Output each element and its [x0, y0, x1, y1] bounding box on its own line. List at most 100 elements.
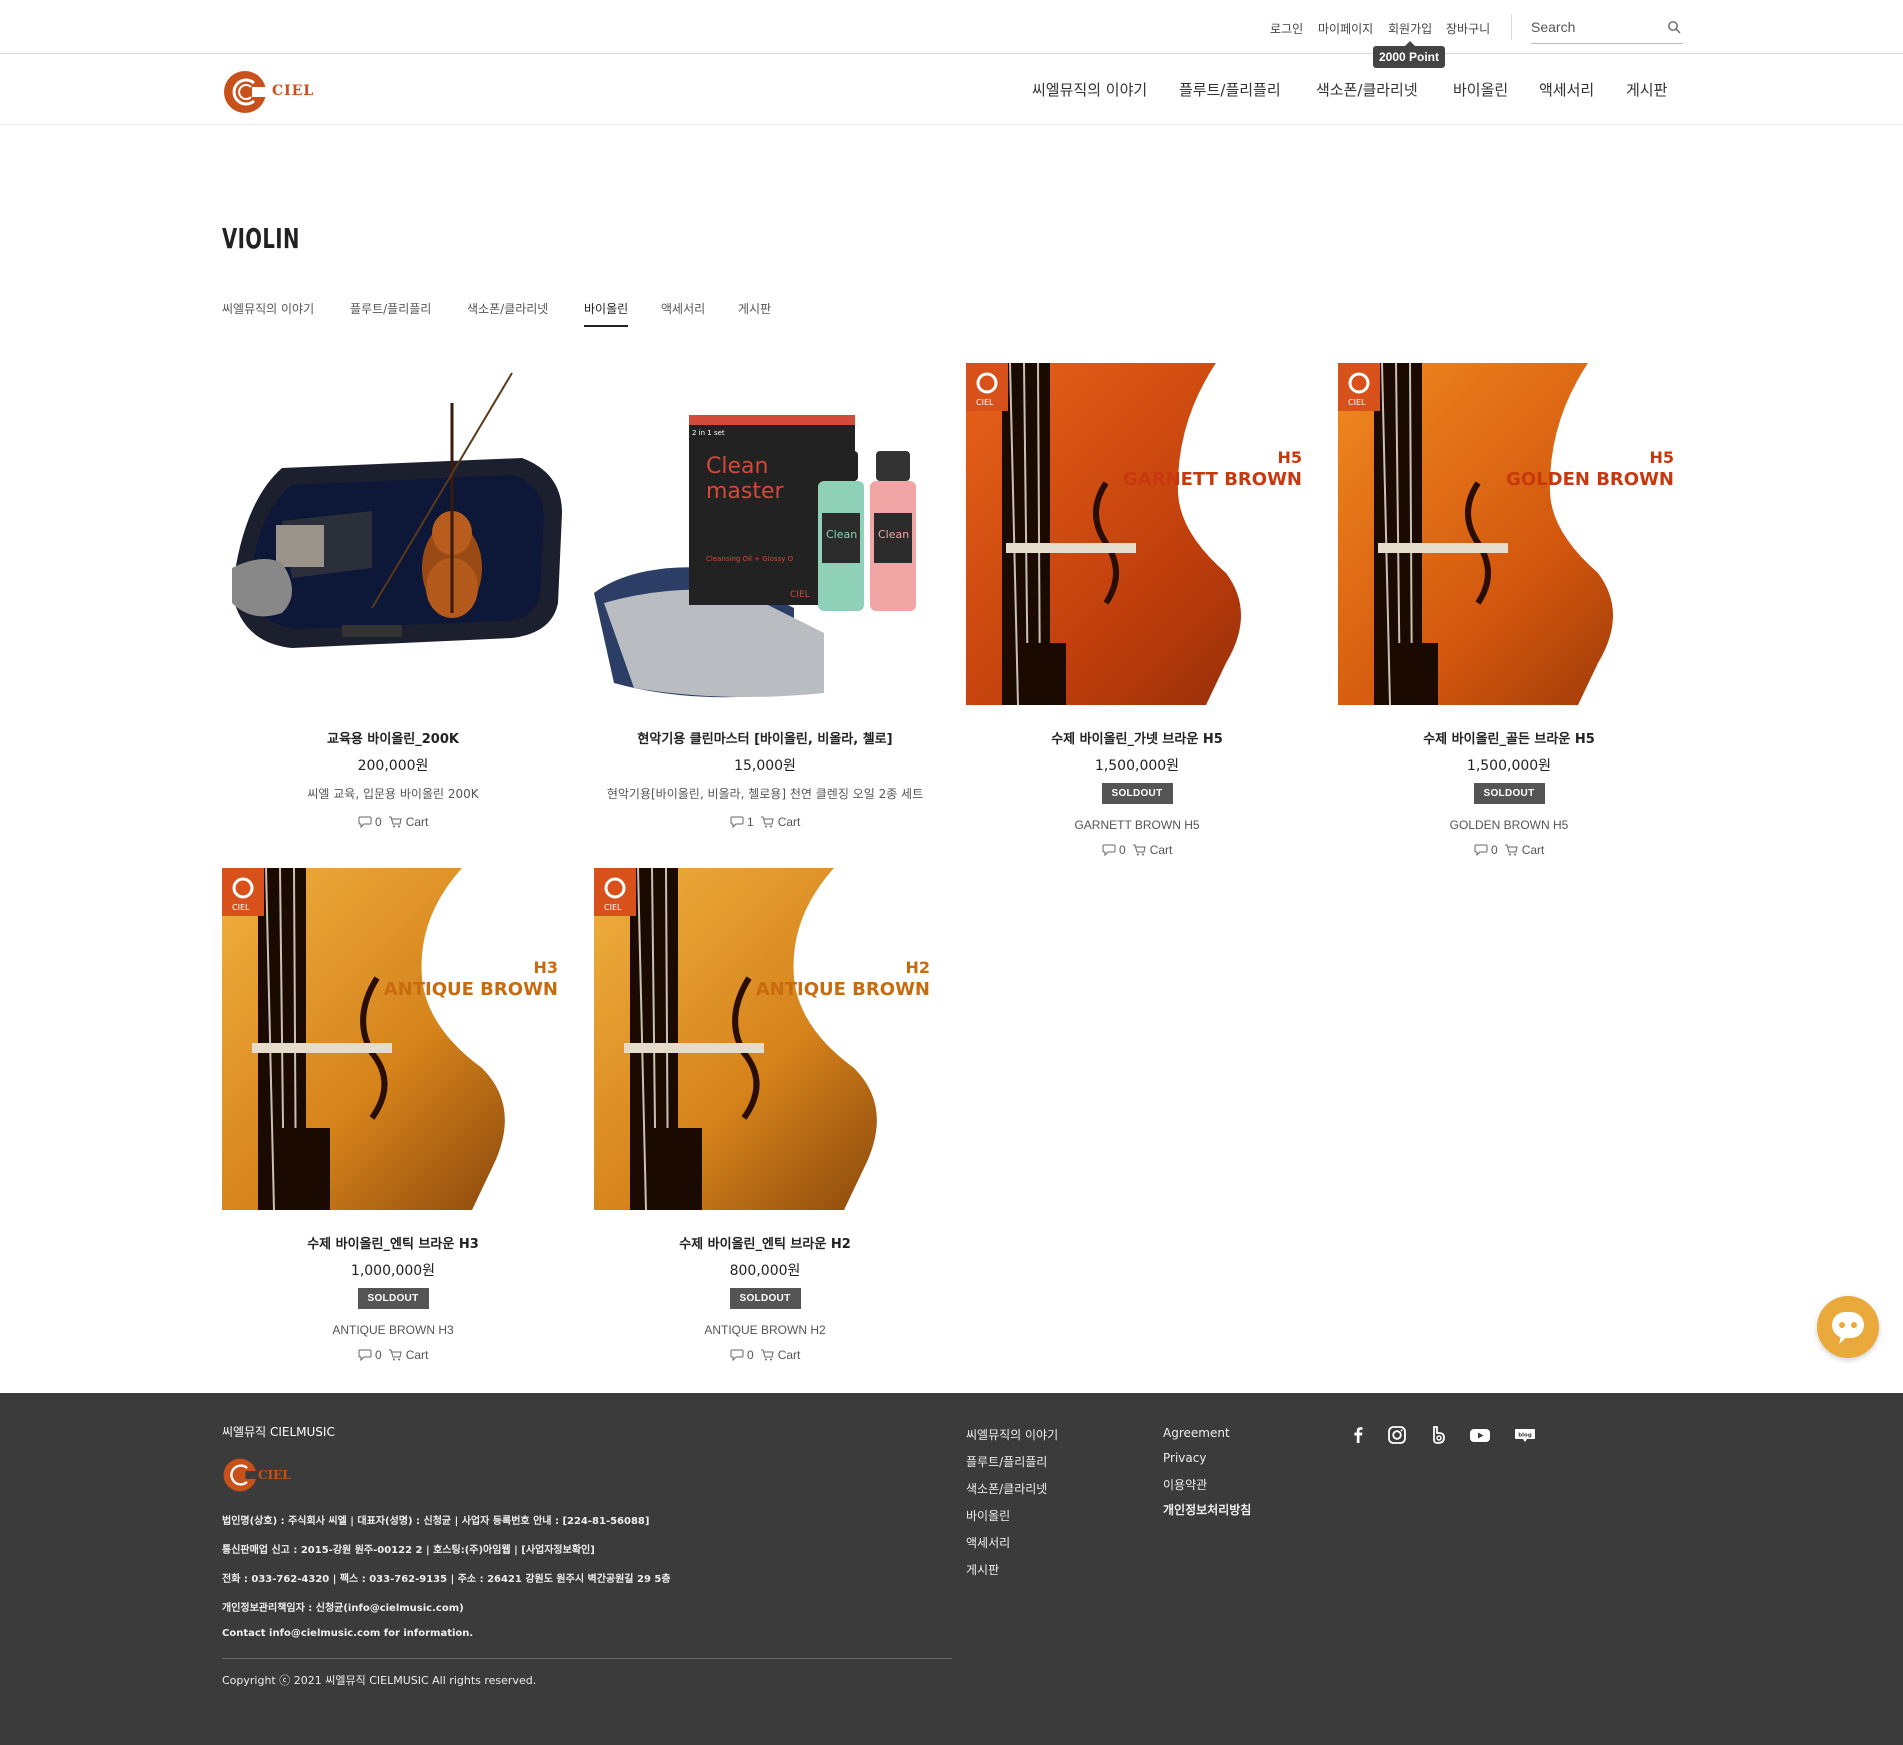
site-logo[interactable]: CIEL	[222, 69, 313, 115]
box-clean-text: Clean	[706, 454, 768, 479]
cart-icon[interactable]	[760, 816, 774, 828]
footer-menu-story[interactable]: 씨엘뮤직의 이야기	[966, 1426, 1058, 1443]
garnett-brown-image: CIEL H5 GARNETT BROWN	[966, 363, 1308, 705]
product-name[interactable]: 교육용 바이올린_200K	[222, 728, 564, 747]
subnav-board[interactable]: 게시판	[738, 300, 771, 325]
product-image[interactable]: CIEL H3 ANTIQUE BROWN	[222, 868, 564, 1210]
cart-icon[interactable]	[388, 1349, 402, 1361]
chat-bubble-icon	[1832, 1312, 1864, 1344]
blog-icon[interactable]: blog	[1514, 1424, 1536, 1446]
product-card[interactable]: Clean master 2 in 1 set Cleansing Oil + …	[594, 363, 936, 829]
footer-logo[interactable]: CIEL	[222, 1457, 302, 1493]
product-name[interactable]: 수제 바이올린_골든 브라운 H5	[1338, 728, 1680, 747]
footer-contact-info: 전화 : 033-762-4320 | 팩스 : 033-762-9135 | …	[222, 1574, 671, 1585]
svg-text:Clean: Clean	[878, 528, 909, 541]
cart-label[interactable]: Cart	[406, 1348, 429, 1362]
product-meta: 0 Cart	[222, 1347, 564, 1362]
product-price: 200,000원	[357, 758, 429, 774]
search-box	[1531, 14, 1683, 44]
footer-business-info: 통신판매업 신고 : 2015-강원 원주-00122 2 | 호스팅:(주)아…	[222, 1545, 595, 1556]
image-badge: CIEL	[604, 903, 622, 912]
product-image[interactable]: CIEL H5 GARNETT BROWN	[966, 363, 1308, 705]
image-color: ANTIQUE BROWN	[384, 979, 558, 1000]
image-color: GARNETT BROWN	[1123, 469, 1302, 490]
product-card[interactable]: 교육용 바이올린_200K 200,000원 씨엘 교육, 입문용 바이올린 2…	[222, 363, 564, 829]
subnav-accessory[interactable]: 액세서리	[661, 300, 705, 325]
footer-menu-board[interactable]: 게시판	[966, 1561, 999, 1578]
product-name[interactable]: 수제 바이올린_가넷 브라운 H5	[966, 728, 1308, 747]
footer-brand: 씨엘뮤직 CIELMUSIC	[222, 1425, 335, 1439]
footer-privacy-officer: 개인정보관리책임자 : 신청균(info@cielmusic.com)	[222, 1603, 464, 1614]
chat-button[interactable]	[1817, 1296, 1879, 1358]
subnav-violin[interactable]: 바이올린	[584, 300, 629, 327]
image-model: H2	[905, 958, 930, 977]
top-utility-bar: 로그인 마이페이지 회원가입 장바구니	[0, 0, 1903, 54]
product-image[interactable]: CIEL H2 ANTIQUE BROWN	[594, 868, 936, 1210]
image-badge: CIEL	[1348, 398, 1366, 407]
mypage-link[interactable]: 마이페이지	[1318, 20, 1373, 37]
comment-icon	[1102, 844, 1116, 856]
soldout-badge: SOLDOUT	[1473, 783, 1545, 804]
product-image[interactable]	[222, 363, 564, 705]
footer-terms-link[interactable]: 이용약관	[1163, 1476, 1207, 1493]
main-navbar: CIEL 씨엘뮤직의 이야기 플루트/플리플리 색소폰/클라리넷 바이올린 액세…	[0, 55, 1903, 125]
footer-agreement-link[interactable]: Agreement	[1163, 1426, 1230, 1440]
product-card[interactable]: CIEL H5 GOLDEN BROWN 수제 바이올린_골든 브라운 H5 1…	[1338, 363, 1680, 857]
product-description: 씨엘 교육, 입문용 바이올린 200K	[307, 787, 479, 801]
cart-label[interactable]: Cart	[1522, 843, 1545, 857]
product-meta: 0 Cart	[1338, 842, 1680, 857]
cart-label[interactable]: Cart	[778, 1348, 801, 1362]
antique-brown-h2-image: CIEL H2 ANTIQUE BROWN	[594, 868, 936, 1210]
search-input[interactable]	[1531, 14, 1651, 40]
product-card[interactable]: CIEL H5 GARNETT BROWN 수제 바이올린_가넷 브라운 H5 …	[966, 363, 1308, 857]
footer: 씨엘뮤직 CIELMUSIC CIEL 법인명(상호) : 주식회사 씨엘 | …	[0, 1393, 1903, 1745]
cart-icon[interactable]	[388, 816, 402, 828]
product-image[interactable]: CIEL H5 GOLDEN BROWN	[1338, 363, 1680, 705]
cart-label[interactable]: Cart	[778, 815, 801, 829]
product-card[interactable]: CIEL H2 ANTIQUE BROWN 수제 바이올린_엔틱 브라운 H2 …	[594, 868, 936, 1362]
subnav-flute[interactable]: 플루트/플리플리	[350, 300, 431, 325]
cart-icon[interactable]	[760, 1349, 774, 1361]
blog-icon-label: blog	[1518, 1433, 1532, 1439]
login-link[interactable]: 로그인	[1270, 20, 1303, 37]
subnav-story[interactable]: 씨엘뮤직의 이야기	[222, 300, 314, 325]
join-link[interactable]: 회원가입	[1388, 20, 1432, 37]
footer-menu-saxophone[interactable]: 색소폰/클라리넷	[966, 1480, 1047, 1497]
band-icon[interactable]	[1428, 1424, 1450, 1446]
youtube-icon[interactable]	[1469, 1424, 1491, 1446]
nav-violin[interactable]: 바이올린	[1453, 79, 1508, 100]
subnav-saxophone[interactable]: 색소폰/클라리넷	[467, 300, 548, 325]
comment-count: 0	[374, 814, 382, 829]
cart-label[interactable]: Cart	[406, 815, 429, 829]
product-card[interactable]: CIEL H3 ANTIQUE BROWN 수제 바이올린_엔틱 브라운 H3 …	[222, 868, 564, 1362]
product-image[interactable]: Clean master 2 in 1 set Cleansing Oil + …	[594, 363, 936, 705]
cart-icon[interactable]	[1504, 844, 1518, 856]
box-bottom-text: Cleansing Oil + Glossy O	[706, 555, 794, 563]
footer-privacy-link[interactable]: Privacy	[1163, 1451, 1206, 1465]
nav-saxophone[interactable]: 색소폰/클라리넷	[1316, 79, 1418, 100]
comment-icon	[358, 816, 372, 828]
cart-label[interactable]: Cart	[1150, 843, 1173, 857]
footer-privacy-policy-link[interactable]: 개인정보처리방침	[1163, 1501, 1251, 1518]
instagram-icon[interactable]	[1386, 1424, 1408, 1446]
comment-icon	[730, 1349, 744, 1361]
product-name[interactable]: 수제 바이올린_엔틱 브라운 H3	[222, 1233, 564, 1252]
product-name[interactable]: 수제 바이올린_엔틱 브라운 H2	[594, 1233, 936, 1252]
product-name[interactable]: 현악기용 클린마스터 [바이올린, 비올라, 첼로]	[594, 728, 936, 747]
svg-text:Clean: Clean	[826, 528, 857, 541]
search-icon[interactable]	[1667, 20, 1681, 34]
nav-accessory[interactable]: 액세서리	[1539, 79, 1594, 100]
nav-board[interactable]: 게시판	[1626, 79, 1667, 100]
product-price: 1,000,000원	[350, 1263, 436, 1279]
cart-icon[interactable]	[1132, 844, 1146, 856]
footer-menu-accessory[interactable]: 액세서리	[966, 1534, 1010, 1551]
nav-story[interactable]: 씨엘뮤직의 이야기	[1032, 79, 1147, 100]
cart-link[interactable]: 장바구니	[1446, 20, 1490, 37]
facebook-icon[interactable]	[1347, 1424, 1369, 1446]
footer-menu-violin[interactable]: 바이올린	[966, 1507, 1010, 1524]
footer-logo-text: CIEL	[258, 1468, 291, 1482]
footer-menu-flute[interactable]: 플루트/플리플리	[966, 1453, 1047, 1470]
nav-flute[interactable]: 플루트/플리플리	[1179, 79, 1281, 100]
product-price: 15,000원	[734, 758, 796, 774]
product-meta: 0 Cart	[222, 814, 564, 829]
